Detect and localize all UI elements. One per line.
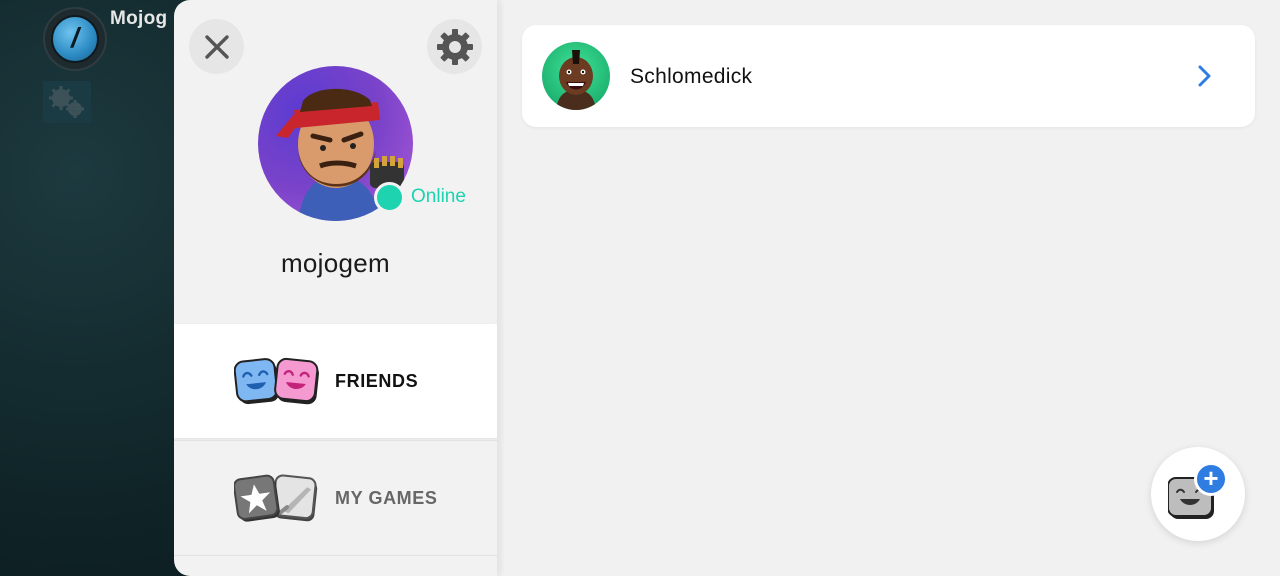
settings-button[interactable]	[427, 19, 482, 74]
friends-icon	[234, 357, 319, 405]
game-title: Mojog	[110, 8, 168, 29]
friend-avatar-art	[556, 50, 596, 110]
online-status-dot	[374, 182, 405, 213]
gear-icon	[436, 28, 473, 65]
profile-panel: Online mojogem FRIENDS MY GAMES	[174, 0, 497, 576]
add-friend-button[interactable]: +	[1151, 447, 1245, 541]
friend-name: Schlomedick	[630, 65, 753, 88]
game-background: / Mojog	[0, 0, 190, 576]
plus-icon: +	[1194, 462, 1228, 496]
online-status-label: Online	[411, 186, 466, 207]
games-icon	[234, 474, 318, 522]
tab-my-games[interactable]: MY GAMES	[174, 440, 497, 556]
chevron-right-icon	[1198, 65, 1211, 87]
game-logo-glyph: /	[51, 15, 99, 63]
tab-my-games-label: MY GAMES	[335, 487, 438, 508]
tab-friends-label: FRIENDS	[335, 370, 419, 391]
close-button[interactable]	[189, 19, 244, 74]
friend-avatar	[542, 42, 610, 110]
close-icon	[204, 34, 229, 59]
profile-username: mojogem	[280, 248, 391, 278]
tab-friends[interactable]: FRIENDS	[174, 324, 497, 438]
gears-icon	[49, 86, 84, 118]
game-logo[interactable]: /	[45, 9, 105, 69]
game-settings-button[interactable]	[43, 81, 91, 123]
friend-list-item[interactable]: Schlomedick	[522, 25, 1255, 127]
